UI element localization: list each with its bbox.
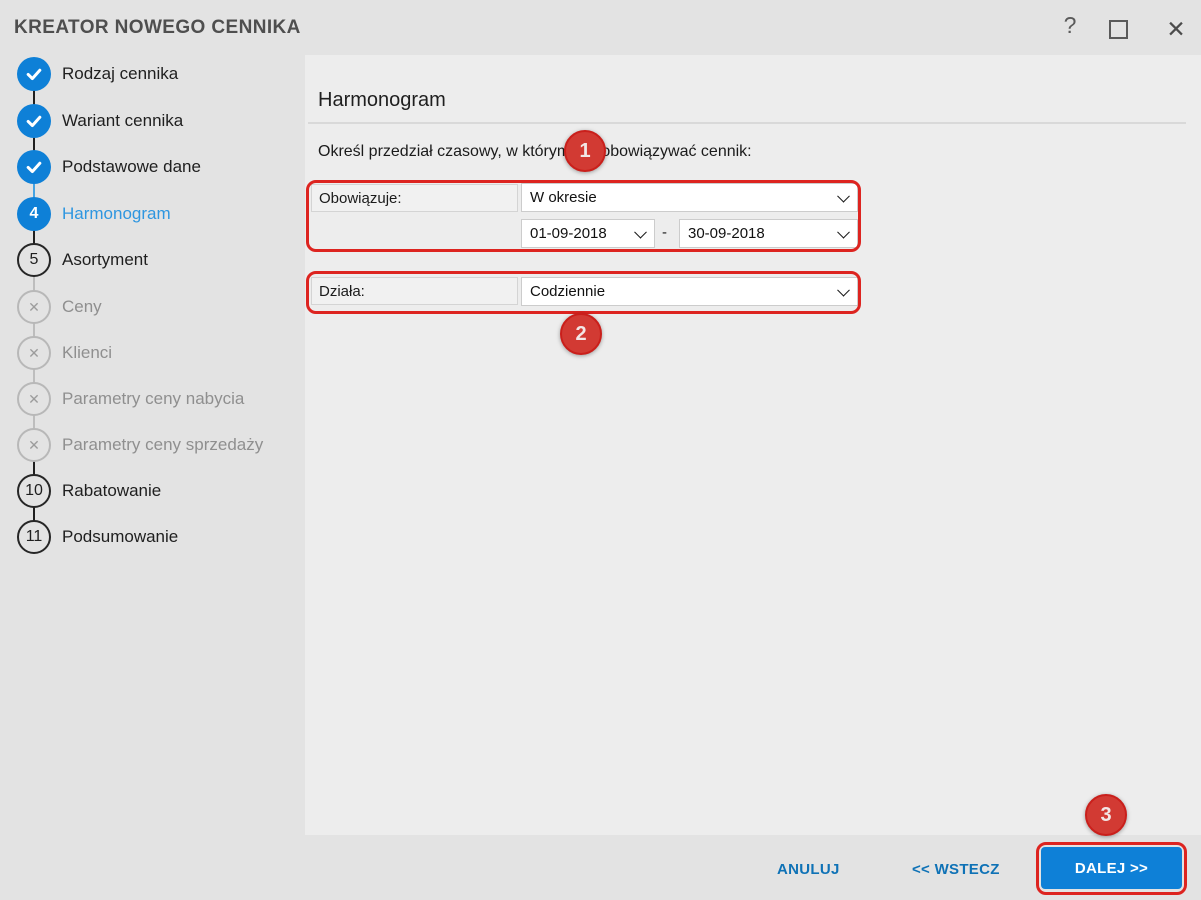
stepper-item-rodzaj-cennika[interactable]: Rodzaj cennika — [17, 57, 178, 91]
annotation-callout-1: 1 — [564, 130, 606, 172]
chevron-down-icon — [837, 283, 850, 297]
page-title: Harmonogram — [318, 89, 446, 111]
section-description: Określ przedział czasowy, w którym ma ob… — [318, 143, 752, 160]
stepper-item-parametry-ceny-nabycia[interactable]: ✕ Parametry ceny nabycia — [17, 382, 244, 416]
step-label: Asortyment — [62, 250, 148, 269]
stepper-item-asortyment[interactable]: 5 Asortyment — [17, 243, 148, 277]
stepper-item-ceny[interactable]: ✕ Ceny — [17, 290, 102, 324]
x-icon: ✕ — [17, 428, 51, 462]
step-label: Parametry ceny sprzedaży — [62, 435, 264, 454]
chevron-down-icon — [634, 225, 647, 239]
check-icon — [17, 150, 51, 184]
dziala-select-value: Codziennie — [530, 283, 606, 300]
obowiazuje-label: Obowiązuje: — [311, 184, 518, 212]
chevron-down-icon — [837, 189, 850, 203]
close-icon[interactable]: ✕ — [1163, 15, 1189, 45]
step-label: Wariant cennika — [62, 111, 184, 130]
step-label: Ceny — [62, 297, 102, 316]
step-label: Harmonogram — [62, 204, 171, 223]
dziala-label: Działa: — [311, 277, 518, 305]
dziala-select[interactable]: Codziennie — [521, 277, 858, 306]
step-label: Rodzaj cennika — [62, 64, 179, 83]
obowiazuje-select[interactable]: W okresie — [521, 183, 858, 212]
date-to-select[interactable]: 30-09-2018 — [679, 219, 858, 248]
obowiazuje-select-value: W okresie — [530, 189, 597, 206]
help-icon[interactable]: ? — [1058, 12, 1082, 42]
chevron-down-icon — [837, 225, 850, 239]
step-label: Podstawowe dane — [62, 157, 201, 176]
date-from-value: 01-09-2018 — [530, 225, 607, 242]
stepper-item-wariant-cennika[interactable]: Wariant cennika — [17, 104, 183, 138]
heading-divider — [308, 122, 1186, 124]
step-label: Rabatowanie — [62, 481, 162, 500]
date-to-value: 30-09-2018 — [688, 225, 765, 242]
step-label: Parametry ceny nabycia — [62, 389, 245, 408]
annotation-callout-2: 2 — [560, 313, 602, 355]
date-range-separator: - — [662, 224, 667, 241]
x-icon: ✕ — [17, 290, 51, 324]
stepper-item-harmonogram[interactable]: 4 Harmonogram — [17, 197, 171, 231]
x-icon: ✕ — [17, 382, 51, 416]
stepper-item-rabatowanie[interactable]: 10 Rabatowanie — [17, 474, 161, 508]
check-icon — [17, 104, 51, 138]
content-panel — [305, 55, 1201, 835]
check-icon — [17, 57, 51, 91]
cancel-button[interactable]: ANULUJ — [777, 861, 840, 878]
stepper-item-podsumowanie[interactable]: 11 Podsumowanie — [17, 520, 178, 554]
step-number-badge: 10 — [17, 474, 51, 508]
date-from-select[interactable]: 01-09-2018 — [521, 219, 655, 248]
back-button[interactable]: << WSTECZ — [912, 861, 1000, 878]
stepper-item-klienci[interactable]: ✕ Klienci — [17, 336, 112, 370]
stepper-item-parametry-ceny-sprzedazy[interactable]: ✕ Parametry ceny sprzedaży — [17, 428, 263, 462]
stepper-item-podstawowe-dane[interactable]: Podstawowe dane — [17, 150, 201, 184]
step-label: Podsumowanie — [62, 527, 179, 546]
step-number-badge: 11 — [17, 520, 51, 554]
step-label: Klienci — [62, 343, 113, 362]
window-title: KREATOR NOWEGO CENNIKA — [14, 17, 301, 38]
step-number-badge: 5 — [17, 243, 51, 277]
step-number-badge: 4 — [17, 197, 51, 231]
annotation-callout-3: 3 — [1085, 794, 1127, 836]
maximize-icon[interactable] — [1109, 20, 1128, 39]
x-icon: ✕ — [17, 336, 51, 370]
next-button[interactable]: DALEJ >> — [1041, 847, 1182, 889]
